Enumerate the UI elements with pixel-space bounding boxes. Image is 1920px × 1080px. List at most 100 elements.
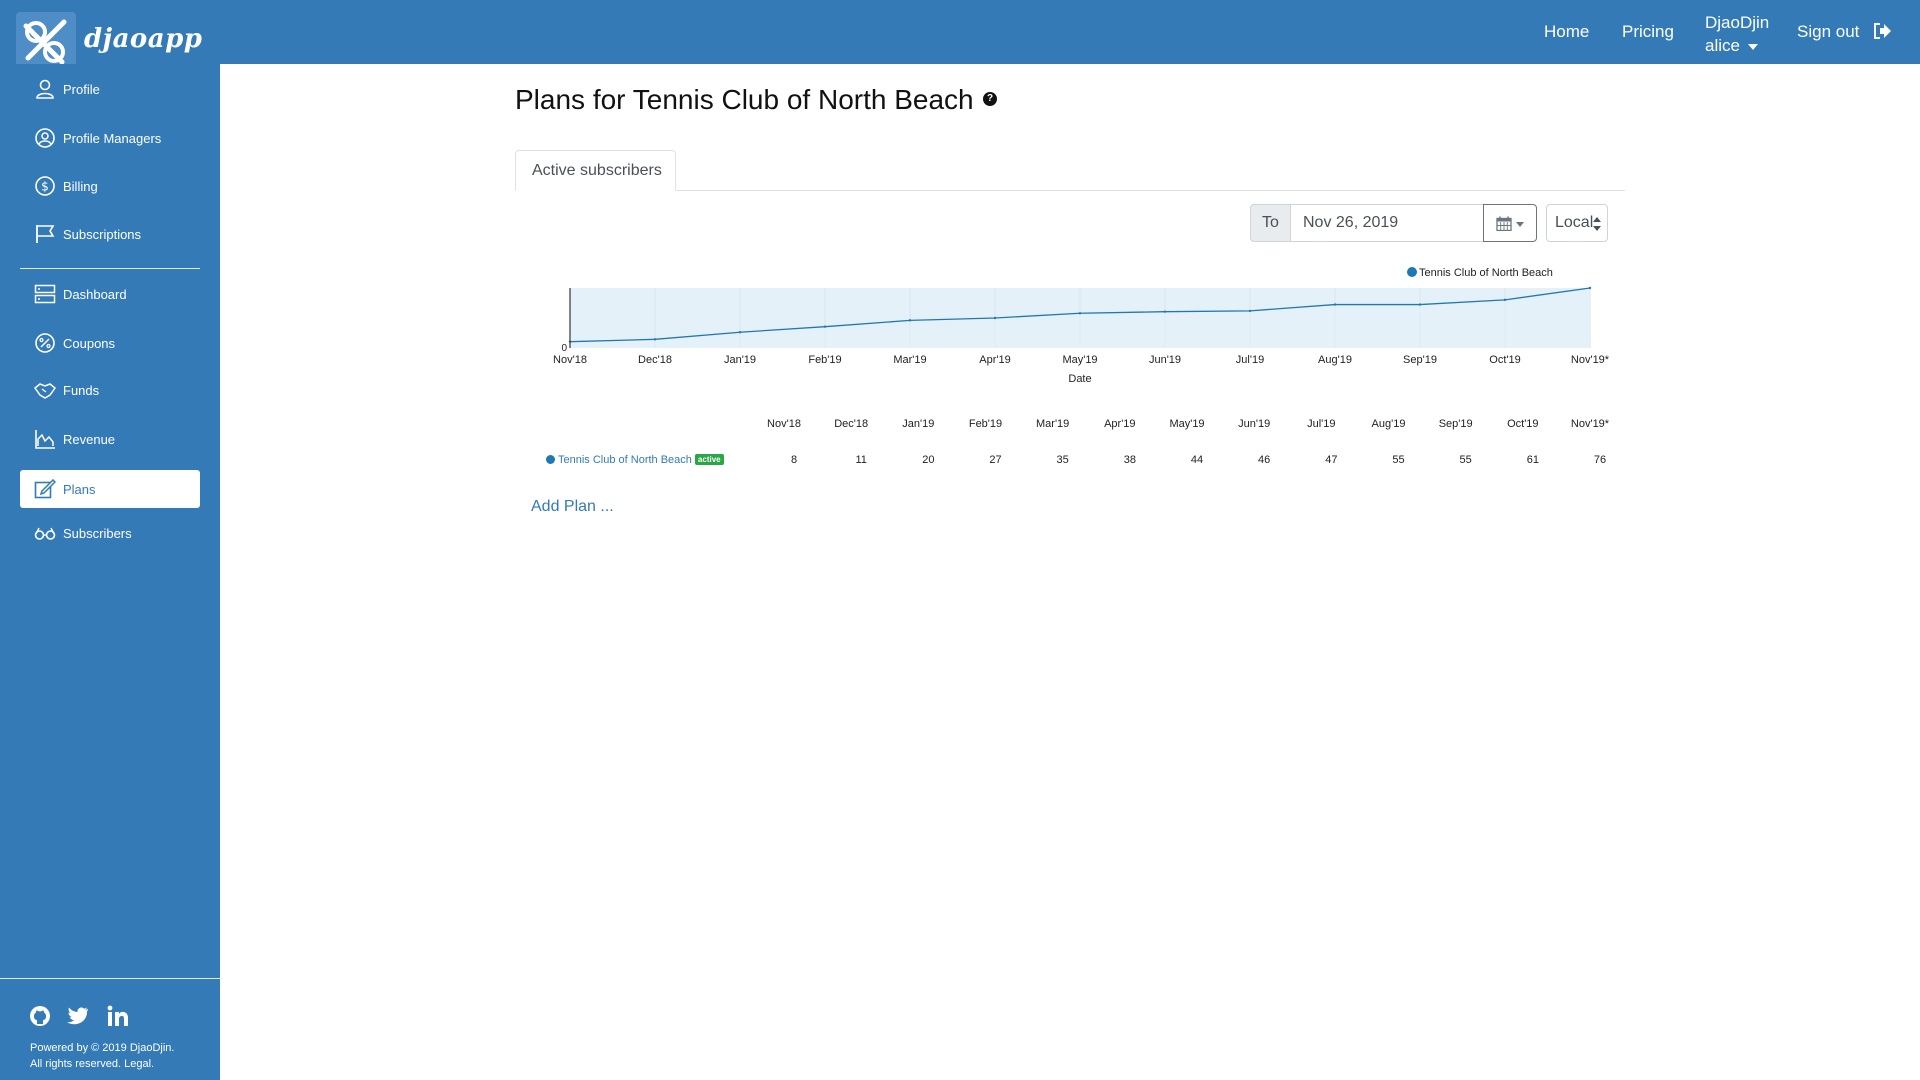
sidebar-item-label: Profile <box>63 82 100 97</box>
sidebar-item-label: Coupons <box>63 336 116 351</box>
calendar-dropdown-button[interactable] <box>1483 204 1537 242</box>
table-cell: 27 <box>989 454 1002 466</box>
subscribers-table: Tennis Club of North Beach active Nov'18 D… <box>540 410 1610 470</box>
table-cell: 55 <box>1392 454 1405 466</box>
sidebar-item-revenue[interactable]: Revenue <box>20 420 200 458</box>
flag-icon <box>36 225 55 243</box>
sidebar-item-billing[interactable]: $ Billing <box>20 167 200 205</box>
page-title: Plans for Tennis Club of North Beach <box>515 84 974 115</box>
table-cell: 8 <box>790 454 798 466</box>
top-navbar: djaoapp Home Pricing DjaoDjin alice Sign… <box>0 0 1920 72</box>
x-tick-label: Jun'19 <box>1149 354 1181 366</box>
sidebar-item-label: Billing <box>63 179 98 194</box>
djaoapp-logo[interactable] <box>16 12 76 72</box>
data-point <box>993 316 997 320</box>
nav-home-link[interactable]: Home <box>1544 22 1589 42</box>
data-point <box>1248 309 1252 313</box>
table-header-cell: Nov'19* <box>1570 418 1610 430</box>
sidebar-item-profile[interactable]: Profile <box>20 70 200 108</box>
sort-arrows-icon <box>1593 217 1601 231</box>
table-header-cell: Oct'19 <box>1507 418 1539 430</box>
x-axis-label: Date <box>1068 373 1091 385</box>
sidebar-item-plans[interactable]: Plans <box>20 470 200 508</box>
percent-icon <box>35 333 55 353</box>
plan-link[interactable]: Tennis Club of North Beach <box>558 454 692 466</box>
table-cell: 44 <box>1190 454 1204 466</box>
calendar-icon <box>1496 216 1512 231</box>
table-header-cell: Sep'19 <box>1438 418 1473 430</box>
data-point <box>1503 298 1507 302</box>
sidebar-item-subscriptions[interactable]: Subscriptions <box>20 215 200 253</box>
sidebar-divider <box>20 268 200 269</box>
user-icon <box>36 79 54 99</box>
server-icon <box>34 284 56 304</box>
date-input[interactable] <box>1290 204 1484 242</box>
status-badge: active <box>694 454 724 465</box>
sidebar-item-label: Dashboard <box>63 287 127 302</box>
data-point <box>738 331 742 334</box>
sidebar-footer-text: Powered by © 2019 DjaoDjin. All rights r… <box>30 1040 174 1072</box>
x-tick-label: Sep'19 <box>1403 354 1437 366</box>
sidebar-item-label: Plans <box>63 482 96 497</box>
sidebar-item-subscribers[interactable]: Subscribers <box>20 514 200 552</box>
timezone-select[interactable]: Local <box>1546 204 1608 242</box>
x-tick-label: Aug'19 <box>1318 354 1352 366</box>
sidebar-item-dashboard[interactable]: Dashboard <box>20 275 200 313</box>
data-point <box>1588 286 1592 290</box>
twitter-icon[interactable] <box>66 1004 90 1028</box>
help-icon[interactable]: ? <box>983 92 997 106</box>
sign-out-link[interactable]: Sign out <box>1797 22 1892 42</box>
tab-active-subscribers[interactable]: Active subscribers <box>515 150 676 191</box>
table-cell: 20 <box>922 454 935 466</box>
x-tick-label: Jul'19 <box>1236 354 1264 366</box>
sidebar-item-profile-managers[interactable]: Profile Managers <box>20 119 200 157</box>
sidebar-item-label: Subscribers <box>63 526 132 541</box>
user-menu-dropdown[interactable]: DjaoDjin alice <box>1705 11 1769 57</box>
table-row-plan: Tennis Club of North Beach active <box>540 454 724 466</box>
data-point <box>1163 310 1167 313</box>
active-subscribers-chart: 0Nov'18 Dec'18 Jan'19 Feb'19 Mar'19 Apr'19 May… <box>553 267 1610 385</box>
brand-name[interactable]: djaoapp <box>84 24 202 54</box>
y-tick-label: 0 <box>561 343 567 354</box>
data-point <box>1333 303 1337 306</box>
table-header-cell: May'19 <box>1169 418 1205 430</box>
rights-text[interactable]: All rights reserved. Legal. <box>30 1056 174 1072</box>
table-cell: 76 <box>1593 454 1607 466</box>
x-tick-label: Feb'19 <box>808 354 841 366</box>
svg-text:$: $ <box>41 180 49 194</box>
sidebar: Profile Profile Managers $ Billing Subsc… <box>0 64 220 1080</box>
add-plan-link[interactable]: Add Plan ... <box>531 498 614 516</box>
x-tick-label: Dec'18 <box>638 354 672 366</box>
user-org-name: DjaoDjin <box>1705 13 1770 32</box>
x-tick-label: Apr'19 <box>979 354 1010 366</box>
table-header-cell: Jan'19 <box>902 418 935 430</box>
sidebar-item-label: Profile Managers <box>63 131 162 146</box>
x-tick-label: Nov'19* <box>1571 354 1610 366</box>
user-name: alice <box>1705 36 1740 55</box>
table-cell: 61 <box>1526 454 1539 466</box>
linkedin-icon[interactable] <box>106 1004 130 1028</box>
sidebar-item-label: Revenue <box>63 432 116 447</box>
sidebar-footer-divider <box>0 978 220 979</box>
dollar-icon: $ <box>35 176 55 196</box>
data-point <box>823 325 827 328</box>
table-cell: 46 <box>1258 454 1271 466</box>
timezone-value: Local <box>1555 214 1594 231</box>
sidebar-item-coupons[interactable]: Coupons <box>20 324 200 362</box>
sidebar-item-funds[interactable]: Funds <box>20 371 200 409</box>
handshake-icon <box>34 383 56 399</box>
table-header-cell: Apr'19 <box>1104 418 1136 430</box>
table-cell: 38 <box>1123 454 1136 466</box>
area-chart-icon <box>35 430 55 449</box>
tabs-border <box>515 190 1625 191</box>
github-icon[interactable] <box>28 1004 52 1028</box>
legend-marker <box>1407 267 1417 277</box>
table-header-cell: Jun'19 <box>1238 418 1271 430</box>
edit-icon <box>34 479 56 499</box>
table-cell: 47 <box>1325 454 1338 466</box>
nav-pricing-link[interactable]: Pricing <box>1622 22 1674 42</box>
caret-down-icon <box>1747 43 1758 50</box>
table-header-cell: Dec'18 <box>834 418 869 430</box>
table-header-cell: Feb'19 <box>968 418 1003 430</box>
glasses-icon <box>34 527 56 540</box>
